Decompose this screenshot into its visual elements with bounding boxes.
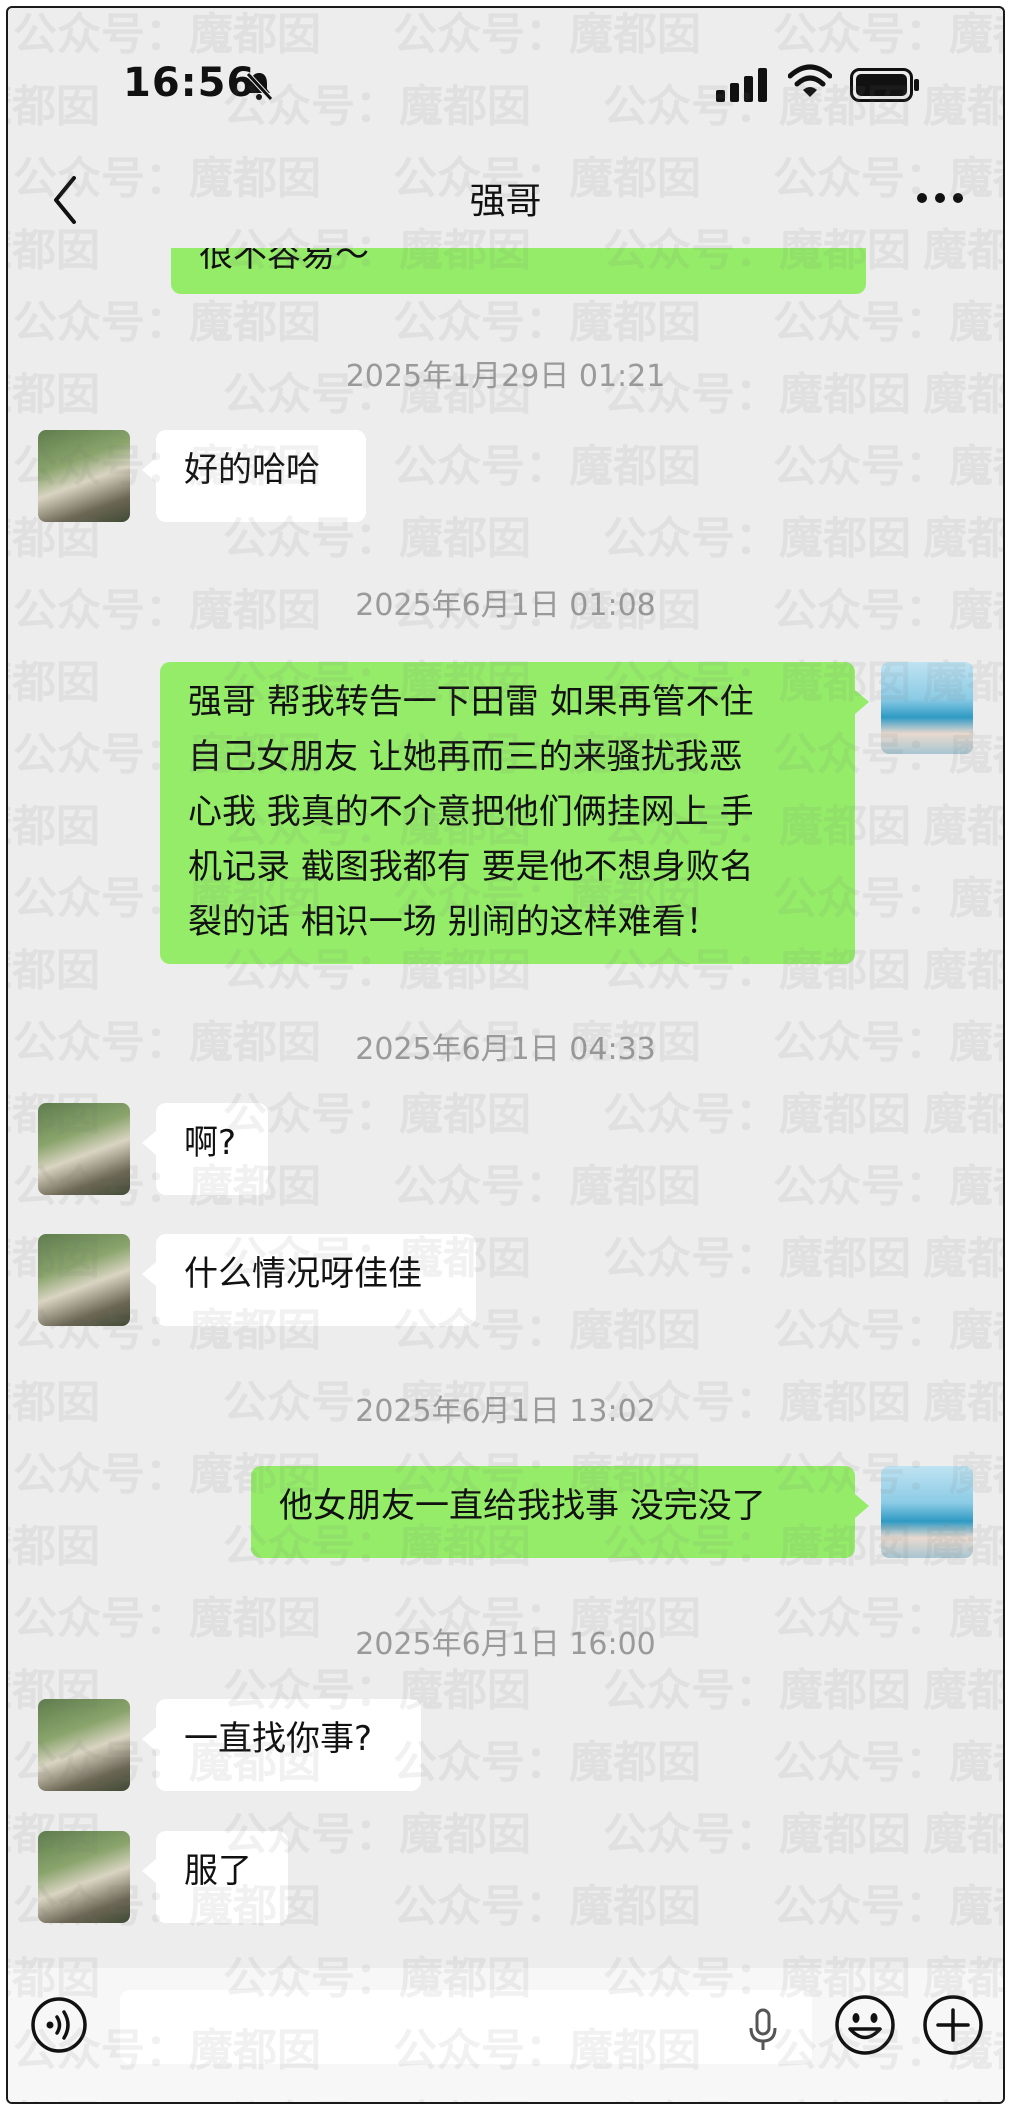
contact-avatar[interactable]: [38, 1831, 130, 1923]
message-text: 服了: [184, 1851, 252, 1891]
battery-icon: [850, 68, 919, 102]
emoji-icon[interactable]: [834, 1994, 896, 2056]
message-text: 一直找你事?: [184, 1719, 373, 1759]
message-text: 啊?: [184, 1123, 237, 1163]
input-bar: [8, 1968, 1003, 2102]
timestamp: 2025年6月1日 01:08: [355, 588, 656, 623]
phone-screen: 16:56 强哥 很不容易～ 2025年1月29日 01:21 好的哈哈 202…: [6, 6, 1005, 2104]
bell-muted-icon: [246, 72, 273, 101]
outgoing-message-bubble[interactable]: 他女朋友一直给我找事 没完没了: [251, 1466, 869, 1558]
contact-avatar[interactable]: [38, 1234, 130, 1326]
chat-title: 强哥: [469, 181, 542, 222]
microphone-icon[interactable]: [748, 2008, 778, 2052]
message-text: 好的哈哈: [184, 450, 320, 490]
outgoing-message-bubble[interactable]: 强哥 帮我转告一下田雷 如果再管不住 自己女朋友 让她再而三的来骚扰我恶 心我 …: [160, 662, 869, 964]
message-line: 强哥 帮我转告一下田雷 如果再管不住: [188, 682, 754, 722]
contact-avatar[interactable]: [38, 430, 130, 522]
voice-icon[interactable]: [30, 1996, 88, 2054]
timestamp: 2025年1月29日 01:21: [345, 359, 666, 394]
my-avatar[interactable]: [881, 662, 973, 754]
status-bar: 16:56: [8, 8, 1003, 158]
signal-icon: [716, 68, 767, 102]
status-time: 16:56: [123, 60, 256, 106]
plus-circle-icon[interactable]: [922, 1994, 984, 2056]
wifi-icon: [788, 64, 832, 97]
message-text: 什么情况呀佳佳: [184, 1254, 422, 1294]
contact-avatar[interactable]: [38, 1699, 130, 1791]
timestamp: 2025年6月1日 13:02: [355, 1394, 656, 1429]
message-line: 自己女朋友 让她再而三的来骚扰我恶: [188, 737, 743, 777]
incoming-message-bubble[interactable]: 好的哈哈: [142, 430, 366, 522]
contact-avatar[interactable]: [38, 1103, 130, 1195]
message-line: 心我 我真的不介意把他们俩挂网上 手: [188, 792, 754, 832]
message-line: 裂的话 相识一场 别闹的这样难看！: [188, 902, 720, 942]
message-line: 机记录 截图我都有 要是他不想身败名: [188, 847, 754, 887]
incoming-message-bubble[interactable]: 一直找你事?: [142, 1699, 421, 1791]
my-avatar[interactable]: [881, 1466, 973, 1558]
message-input[interactable]: [120, 1990, 812, 2064]
timestamp: 2025年6月1日 16:00: [355, 1627, 656, 1662]
ellipsis-icon[interactable]: [915, 188, 965, 208]
message-list[interactable]: 很不容易～ 2025年1月29日 01:21 好的哈哈 2025年6月1日 01…: [8, 168, 1003, 1968]
timestamp: 2025年6月1日 04:33: [355, 1032, 656, 1067]
incoming-message-bubble[interactable]: 什么情况呀佳佳: [142, 1234, 476, 1326]
incoming-message-bubble[interactable]: 啊?: [142, 1103, 268, 1195]
incoming-message-bubble[interactable]: 服了: [142, 1831, 288, 1923]
message-text: 他女朋友一直给我找事 没完没了: [279, 1486, 766, 1526]
chat-header: 强哥: [8, 158, 1003, 248]
